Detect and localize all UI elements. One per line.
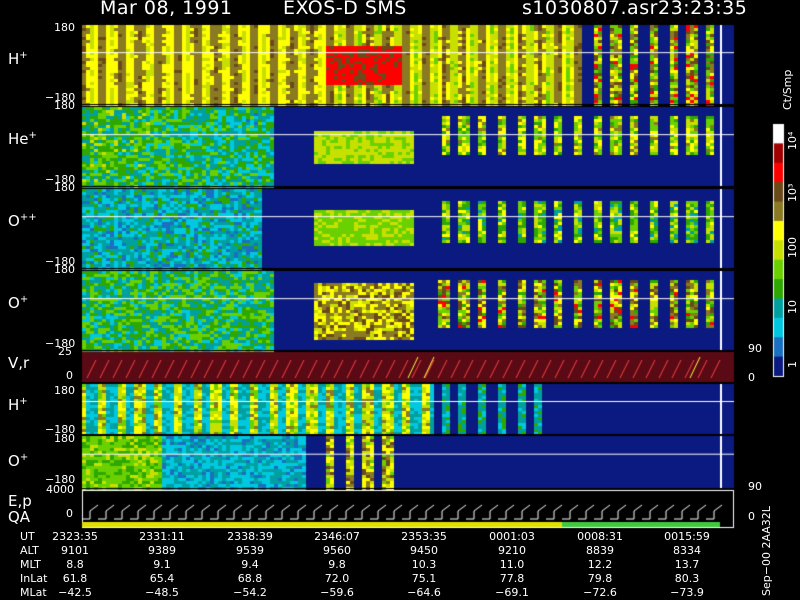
footer-row-mlt: MLT 8.8 9.1 9.4 9.8 10.3 11.0 12.2 13.7 (0, 558, 730, 572)
footer-row-label: MLat (20, 586, 47, 599)
y-tick-mid: 0 (66, 507, 73, 520)
footer-cell: 2331:11 (139, 530, 185, 543)
footer-cell: 79.8 (587, 572, 613, 585)
footer-cell: 8.8 (66, 558, 84, 571)
footer-cell: 9450 (410, 544, 438, 557)
y-tick-top: 25 (58, 345, 72, 358)
footer-row-mlat: MLat −42.5 −48.5 −54.2 −59.6 −64.6 −69.1 −72.6 −… (0, 586, 730, 600)
y-tick-top: 180 (54, 99, 75, 112)
footer-cell: 75.1 (411, 572, 437, 585)
footer-cell: 9560 (323, 544, 351, 557)
footer-cell: 77.8 (499, 572, 525, 585)
right-tick: 0 (748, 371, 755, 384)
y-tick-mid: 0 (66, 369, 73, 382)
footer-cell: −42.5 (58, 586, 92, 599)
footer-cell: 9.4 (241, 558, 259, 571)
footer-cell: 9.8 (328, 558, 346, 571)
footer-cell: −69.1 (495, 586, 529, 599)
footer-cell: −48.5 (145, 586, 179, 599)
y-tick-top: 180 (54, 181, 75, 194)
footer-cell: 0001:03 (489, 530, 535, 543)
panel-label-o-plus: O+ (8, 294, 29, 312)
panel-label-h-plus-2: H+ (8, 396, 28, 414)
footer-cell: −72.6 (583, 586, 617, 599)
y-tick-top: 180 (54, 21, 75, 34)
colorbar-tick: 10⁴ (786, 131, 799, 150)
footer-row-alt: ALT 9101 9389 9539 9560 9450 9210 8839 8334 (0, 544, 730, 558)
right-tick: 0 (748, 510, 755, 523)
panel-label-h-plus: H+ (8, 50, 28, 68)
right-tick: 90 (748, 480, 762, 493)
footer-cell: 8839 (586, 544, 614, 557)
footer-row-label: InLat (20, 572, 48, 585)
y-tick-top: 4000 (46, 483, 74, 496)
footer-cell: 68.8 (237, 572, 263, 585)
colorbar-tick: 100 (786, 237, 799, 258)
y-tick-top: 180 (54, 432, 75, 445)
y-tick-top: 180 (54, 384, 75, 397)
panel-label-he-plus: He+ (8, 130, 37, 148)
footer-cell: 9101 (61, 544, 89, 557)
footer-row-label: UT (20, 530, 35, 543)
colorbar-tick: 1 (786, 361, 799, 368)
panel-label-o-plus-plus: O++ (8, 212, 37, 230)
footer-row-label: MLT (20, 558, 41, 571)
header-instrument: EXOS-D SMS (283, 0, 407, 19)
footer-cell: 11.0 (499, 558, 525, 571)
spectrogram-canvas (0, 0, 800, 600)
colorbar-tick: 10³ (786, 183, 799, 202)
footer-cell: −73.9 (670, 586, 704, 599)
header-file: s1030807.asr (522, 0, 658, 19)
footer-cell: 13.7 (674, 558, 700, 571)
footer-cell: −59.6 (320, 586, 354, 599)
footer-row-label: ALT (20, 544, 39, 557)
footer-cell: 2346:07 (314, 530, 360, 543)
header-time: 23:23:35 (658, 0, 748, 19)
panel-label-o-plus-2: O+ (8, 452, 29, 470)
footer-cell: 9.1 (153, 558, 171, 571)
header-date: Mar 08, 1991 (100, 0, 233, 19)
side-note: Sep−00 2AA32L (760, 506, 773, 596)
footer-row-ut: UT 2323:35 2331:11 2338:39 2346:07 2353:35 000… (0, 530, 730, 544)
footer-row-inlat: InLat 61.8 65.4 68.8 72.0 75.1 77.8 79.8 80.3 (0, 572, 730, 586)
footer-cell: −54.2 (233, 586, 267, 599)
colorbar-tick: 10 (786, 300, 799, 314)
footer-cell: 0015:59 (664, 530, 710, 543)
footer-cell: 72.0 (324, 572, 350, 585)
footer-cell: −64.6 (407, 586, 441, 599)
footer-cell: 80.3 (674, 572, 700, 585)
footer-cell: 9210 (498, 544, 526, 557)
y-tick-top: 180 (54, 263, 75, 276)
footer-cell: 65.4 (149, 572, 175, 585)
footer-cell: 12.2 (587, 558, 613, 571)
panel-label-qa: QA (8, 508, 31, 526)
colorbar-unit: Ct/Smp (781, 69, 794, 110)
footer-cell: 8334 (673, 544, 701, 557)
footer-cell: 2353:35 (401, 530, 447, 543)
right-tick: 90 (748, 342, 762, 355)
footer-cell: 10.3 (411, 558, 437, 571)
footer-cell: 0008:31 (577, 530, 623, 543)
panel-label-vr: V,r (8, 354, 30, 372)
footer-cell: 9389 (148, 544, 176, 557)
footer-cell: 61.8 (62, 572, 88, 585)
footer-cell: 2323:35 (52, 530, 98, 543)
footer-cell: 9539 (236, 544, 264, 557)
footer-cell: 2338:39 (227, 530, 273, 543)
